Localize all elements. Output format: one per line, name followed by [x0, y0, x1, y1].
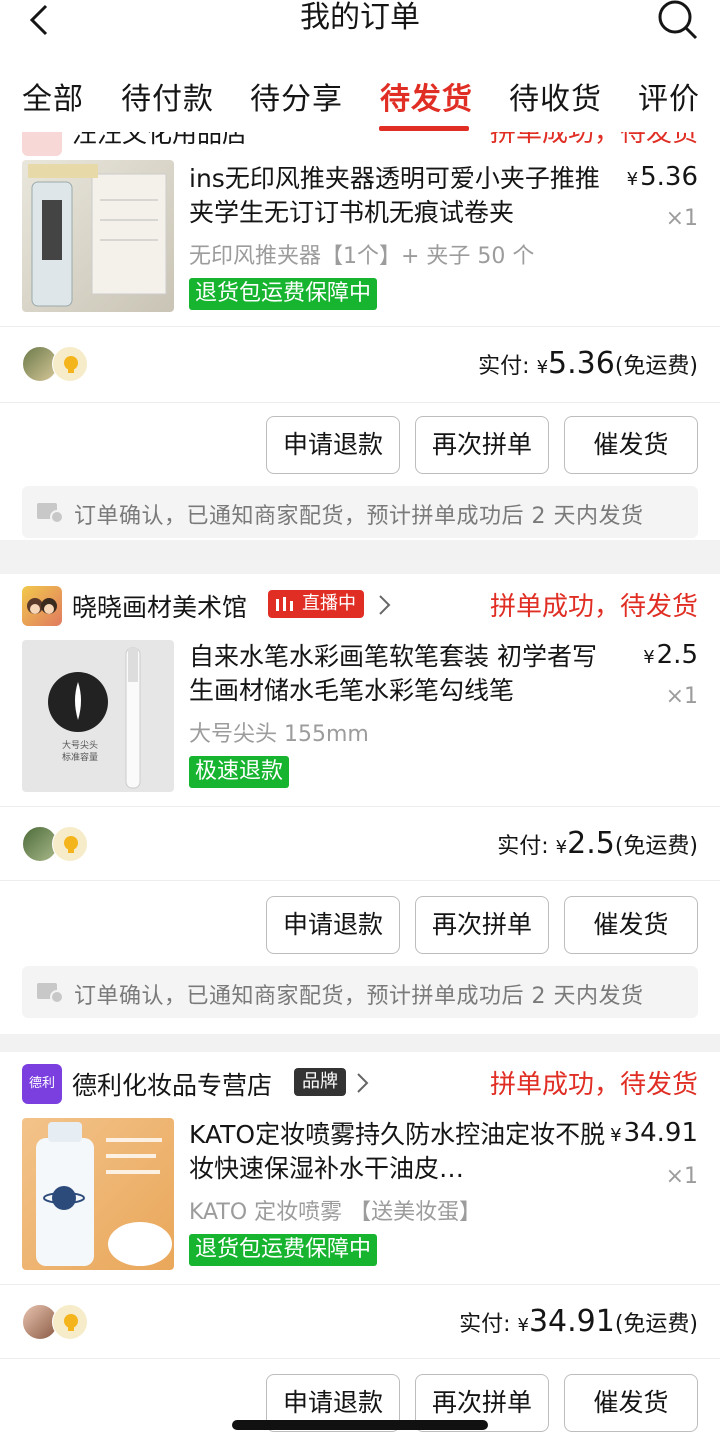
buyer-avatar [52, 1304, 88, 1340]
reorder-button[interactable]: 再次拼单 [415, 896, 549, 954]
shop-logo: 德利 [22, 1064, 62, 1104]
tab-pending-shipment[interactable]: 待发货 [380, 74, 473, 118]
product-title[interactable]: KATO定妆喷雾持久防水控油定妆不脱妆快速保湿补水干油皮… [189, 1118, 609, 1186]
tab-pending-payment[interactable]: 待付款 [121, 74, 214, 118]
page-title: 我的订单 [300, 0, 420, 35]
payment-summary: 实付: ¥34.91(免运费) [459, 1304, 698, 1339]
order-tabs: 全部 待付款 待分享 待发货 待收货 评价 [0, 56, 720, 132]
tab-all[interactable]: 全部 [22, 74, 84, 118]
product-quantity: ×1 [665, 206, 698, 231]
shop-header[interactable]: 晓晓画材美术馆 直播中 拼单成功，待发货 [0, 574, 720, 634]
product-title[interactable]: 自来水笔水彩画笔软笔套装 初学者写生画材储水毛笔水彩笔勾线笔 [189, 640, 609, 708]
live-bars-icon [276, 597, 293, 611]
svg-text:标准容量: 标准容量 [62, 751, 98, 763]
service-badge: 退货包运费保障中 [189, 278, 378, 310]
product-image[interactable] [22, 1118, 174, 1270]
urge-shipping-button[interactable]: 催发货 [564, 896, 698, 954]
divider [0, 1358, 720, 1359]
product-image[interactable] [22, 160, 174, 312]
chevron-right-icon [379, 595, 391, 615]
payment-summary: 实付: ¥2.5(免运费) [497, 826, 698, 861]
truck-icon [37, 503, 64, 524]
top-nav-bar: 我的订单 [0, 0, 720, 56]
product-quantity: ×1 [665, 1164, 698, 1189]
live-badge: 直播中 [268, 590, 364, 618]
chevron-right-icon [357, 1073, 369, 1093]
order-card: 晓晓画材美术馆 直播中 拼单成功，待发货 大号尖头 标准容量 自来水笔水彩画笔软… [0, 574, 720, 1034]
product-spec: KATO 定妆喷雾 【送美妆蛋】 [189, 1200, 482, 1225]
truck-icon [37, 983, 64, 1004]
product-price: ¥5.36 [626, 162, 698, 192]
refund-button[interactable]: 申请退款 [266, 416, 400, 474]
divider [0, 880, 720, 881]
product-spec: 大号尖头 155mm [189, 722, 369, 747]
shop-header[interactable]: 德利 德利化妆品专营店 品牌 拼单成功，待发货 [0, 1052, 720, 1112]
shipping-notice: 订单确认，已通知商家配货，预计拼单成功后 2 天内发货 [22, 966, 698, 1018]
buyer-avatar [52, 826, 88, 862]
payment-summary: 实付: ¥5.36(免运费) [478, 346, 698, 381]
urge-shipping-button[interactable]: 催发货 [564, 1374, 698, 1432]
service-badge: 退货包运费保障中 [189, 1234, 378, 1266]
reorder-button[interactable]: 再次拼单 [415, 416, 549, 474]
order-status: 拼单成功，待发货 [489, 1070, 698, 1100]
divider [0, 806, 720, 807]
product-image[interactable]: 大号尖头 标准容量 [22, 640, 174, 792]
tab-pending-receipt[interactable]: 待收货 [509, 74, 602, 118]
divider [0, 326, 720, 327]
divider [0, 1284, 720, 1285]
urge-shipping-button[interactable]: 催发货 [564, 416, 698, 474]
home-indicator[interactable] [232, 1420, 488, 1430]
refund-button[interactable]: 申请退款 [266, 896, 400, 954]
shop-avatar [22, 586, 62, 626]
product-title[interactable]: ins无印风推夹器透明可爱小夹子推推夹学生无订订书机无痕试卷夹 [189, 162, 609, 230]
brand-badge: 品牌 [294, 1068, 346, 1096]
divider [0, 402, 720, 403]
shop-name: 德利化妆品专营店 [72, 1071, 273, 1100]
order-card: 汪汪文化用品店 拼单成功，待发货 ins无印风推夹器透明可爱小夹子推推夹学生无订… [0, 116, 720, 540]
svg-text:大号尖头: 大号尖头 [62, 739, 98, 751]
shop-name: 晓晓画材美术馆 [72, 593, 248, 622]
product-quantity: ×1 [665, 684, 698, 709]
shipping-notice: 订单确认，已通知商家配货，预计拼单成功后 2 天内发货 [22, 486, 698, 538]
order-status: 拼单成功，待发货 [489, 592, 698, 622]
product-price: ¥34.91 [610, 1118, 698, 1148]
order-card: 德利 德利化妆品专营店 品牌 拼单成功，待发货 KATO定妆喷雾持久防水控油定妆… [0, 1052, 720, 1446]
service-badge: 极速退款 [189, 756, 290, 788]
active-tab-indicator [379, 126, 469, 131]
buyer-avatar [52, 346, 88, 382]
tab-review[interactable]: 评价 [638, 74, 700, 118]
tab-pending-share[interactable]: 待分享 [250, 74, 343, 118]
search-icon[interactable] [654, 0, 700, 42]
product-price: ¥2.5 [643, 640, 698, 670]
product-spec: 无印风推夹器【1个】+ 夹子 50 个 [189, 244, 535, 269]
